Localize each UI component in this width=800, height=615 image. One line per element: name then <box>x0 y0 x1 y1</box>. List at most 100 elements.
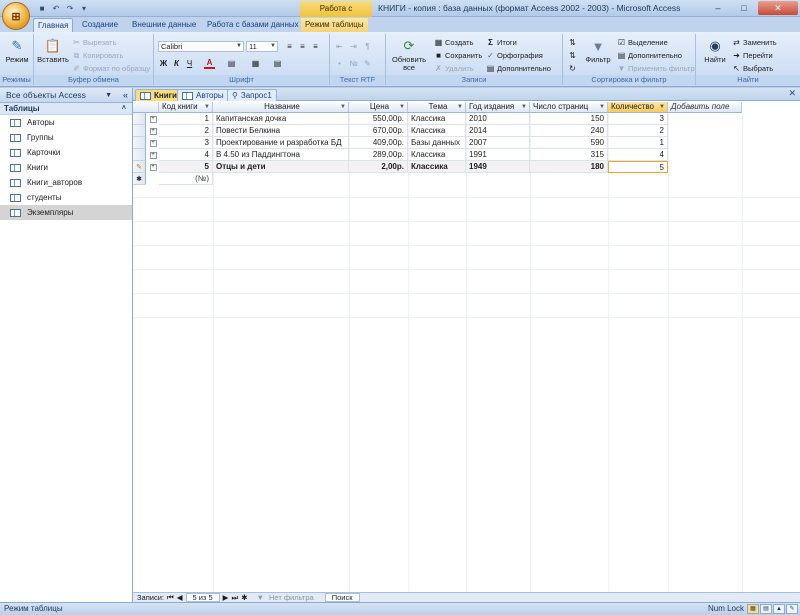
sidebar-item-authors[interactable]: Авторы <box>0 115 132 130</box>
bold-button[interactable]: Ж <box>158 58 169 69</box>
table-cell[interactable]: 3 <box>608 113 668 125</box>
sidebar-item-copies[interactable]: Экземпляры <box>0 205 132 220</box>
alt-row-color-icon[interactable]: ▤ <box>272 58 283 69</box>
table-cell[interactable]: 289,00р. <box>349 149 408 161</box>
last-record-icon[interactable]: ⏭ <box>231 593 238 603</box>
nav-header[interactable]: Все объекты Access ▼ « <box>0 88 132 103</box>
table-cell[interactable]: 150 <box>530 113 608 125</box>
close-document-icon[interactable]: ✕ <box>788 88 796 99</box>
totals-button[interactable]: Σ Итоги <box>486 37 517 48</box>
underline-button[interactable]: Ч <box>184 58 195 69</box>
table-cell[interactable]: Повести Белкина <box>213 125 349 137</box>
chevron-down-icon[interactable]: ▼ <box>659 102 665 112</box>
minimize-button[interactable]: – <box>706 1 730 15</box>
spelling-button[interactable]: ✓ Орфография <box>486 50 543 61</box>
save-record-button[interactable]: ■ Сохранить <box>434 50 482 61</box>
clear-sort-icon[interactable]: ↻ <box>567 63 578 74</box>
record-position-input[interactable]: 5 из 5 <box>185 593 220 602</box>
filter-status[interactable]: ▼ Нет фильтра <box>256 593 316 602</box>
bullets-icon[interactable]: • <box>334 58 345 69</box>
chevron-down-icon[interactable]: ▼ <box>340 102 346 112</box>
replace-button[interactable]: ⇄ Заменить <box>732 37 777 48</box>
refresh-all-button[interactable]: ⟳ Обновить все <box>390 37 428 73</box>
more-records-button[interactable]: ▤ Дополнительно <box>486 63 551 74</box>
table-cell[interactable]: 240 <box>530 125 608 137</box>
sidebar-item-students[interactable]: студенты <box>0 190 132 205</box>
tab-database-tools[interactable]: Работа с базами данных <box>203 18 303 32</box>
customize-qat-icon[interactable]: ▾ <box>78 2 90 14</box>
table-cell[interactable]: 1 <box>159 113 213 125</box>
table-cell[interactable]: 670,00р. <box>349 125 408 137</box>
gridlines-icon[interactable]: ▦ <box>250 58 261 69</box>
sidebar-item-books[interactable]: Книги <box>0 160 132 175</box>
row-selector[interactable] <box>133 137 146 149</box>
table-cell[interactable]: 180 <box>530 161 608 173</box>
align-left-icon[interactable]: ≡ <box>284 41 295 52</box>
filter-button[interactable]: ▼ Фильтр <box>583 37 613 73</box>
fill-color-icon[interactable]: ▤ <box>226 58 237 69</box>
table-cell[interactable]: Классика <box>408 161 466 173</box>
pivot-table-view-icon[interactable]: ▤ <box>760 604 772 614</box>
table-cell[interactable]: 550,00р. <box>349 113 408 125</box>
table-cell[interactable]: 1949 <box>466 161 530 173</box>
table-cell[interactable]: Классика <box>408 149 466 161</box>
column-header[interactable]: Название ▼ <box>213 102 349 113</box>
doc-tab-authors[interactable]: Авторы <box>177 89 229 101</box>
copy-button[interactable]: ⧉ Копировать <box>72 50 124 61</box>
table-cell[interactable]: Проектирование и разработка БД <box>213 137 349 149</box>
prev-record-icon[interactable]: ◀ <box>177 593 183 602</box>
new-record-nav-icon[interactable]: ✱ <box>241 593 247 602</box>
selection-filter-button[interactable]: ☑ Выделение <box>617 37 668 48</box>
save-icon[interactable]: ■ <box>36 2 48 14</box>
table-cell[interactable]: Отцы и дети <box>213 161 349 173</box>
highlight-icon[interactable]: ✎ <box>362 58 373 69</box>
tab-home[interactable]: Главная <box>33 18 74 32</box>
expand-icon[interactable]: + <box>147 161 159 173</box>
table-cell-new[interactable]: (№) <box>159 173 213 185</box>
add-field-header[interactable]: Добавить поле <box>668 102 742 113</box>
align-right-icon[interactable]: ≡ <box>310 41 321 52</box>
chevron-down-icon[interactable]: ▼ <box>204 102 210 112</box>
redo-icon[interactable]: ↷ <box>64 2 76 14</box>
chevron-down-icon[interactable]: ▼ <box>105 88 112 103</box>
table-cell[interactable]: 4 <box>608 149 668 161</box>
goto-button[interactable]: ➜ Перейти <box>732 50 773 61</box>
expand-icon[interactable]: + <box>147 113 159 125</box>
doc-tab-query1[interactable]: ⚲ Запрос1 <box>227 89 277 101</box>
sidebar-item-cards[interactable]: Карточки <box>0 145 132 160</box>
chevron-down-icon[interactable]: ▼ <box>457 102 463 112</box>
advanced-filter-button[interactable]: ▤ Дополнительно <box>617 50 682 61</box>
table-cell[interactable]: 1991 <box>466 149 530 161</box>
chevron-down-icon[interactable]: ▼ <box>399 102 405 112</box>
maximize-button[interactable]: □ <box>732 1 756 15</box>
table-cell[interactable]: 2 <box>608 125 668 137</box>
sidebar-item-groups[interactable]: Группы <box>0 130 132 145</box>
table-cell[interactable]: 409,00р. <box>349 137 408 149</box>
row-selector[interactable] <box>133 149 146 161</box>
next-record-icon[interactable]: ▶ <box>223 593 229 602</box>
sort-descending-icon[interactable]: ⇅ <box>567 50 578 61</box>
direction-icon[interactable]: ¶ <box>362 41 373 52</box>
indent-increase-icon[interactable]: ⇥ <box>348 41 359 52</box>
table-cell[interactable]: 5 <box>159 161 213 173</box>
table-cell[interactable]: Классика <box>408 113 466 125</box>
table-cell[interactable]: 3 <box>159 137 213 149</box>
table-cell[interactable]: Капитанская дочка <box>213 113 349 125</box>
align-center-icon[interactable]: ≡ <box>297 41 308 52</box>
sidebar-item-book-authors[interactable]: Книги_авторов <box>0 175 132 190</box>
nav-group-tables[interactable]: Таблицы ˄ <box>0 103 132 115</box>
undo-icon[interactable]: ↶ <box>50 2 62 14</box>
cut-button[interactable]: ✂ Вырезать <box>72 37 116 48</box>
table-cell[interactable]: В 4.50 из Паддингтона <box>213 149 349 161</box>
column-header[interactable]: Число страниц ▼ <box>530 102 608 113</box>
doc-tab-books[interactable]: Книги <box>135 89 182 101</box>
table-cell[interactable]: Базы данных <box>408 137 466 149</box>
view-button[interactable]: ✎ Режим <box>2 37 32 73</box>
font-color-button[interactable]: A <box>204 58 215 69</box>
column-header[interactable]: Год издания ▼ <box>466 102 530 113</box>
column-header[interactable]: Тема ▼ <box>408 102 466 113</box>
row-selector[interactable] <box>133 125 146 137</box>
table-cell[interactable]: 4 <box>159 149 213 161</box>
table-cell[interactable]: 1 <box>608 137 668 149</box>
table-cell[interactable]: 2 <box>159 125 213 137</box>
